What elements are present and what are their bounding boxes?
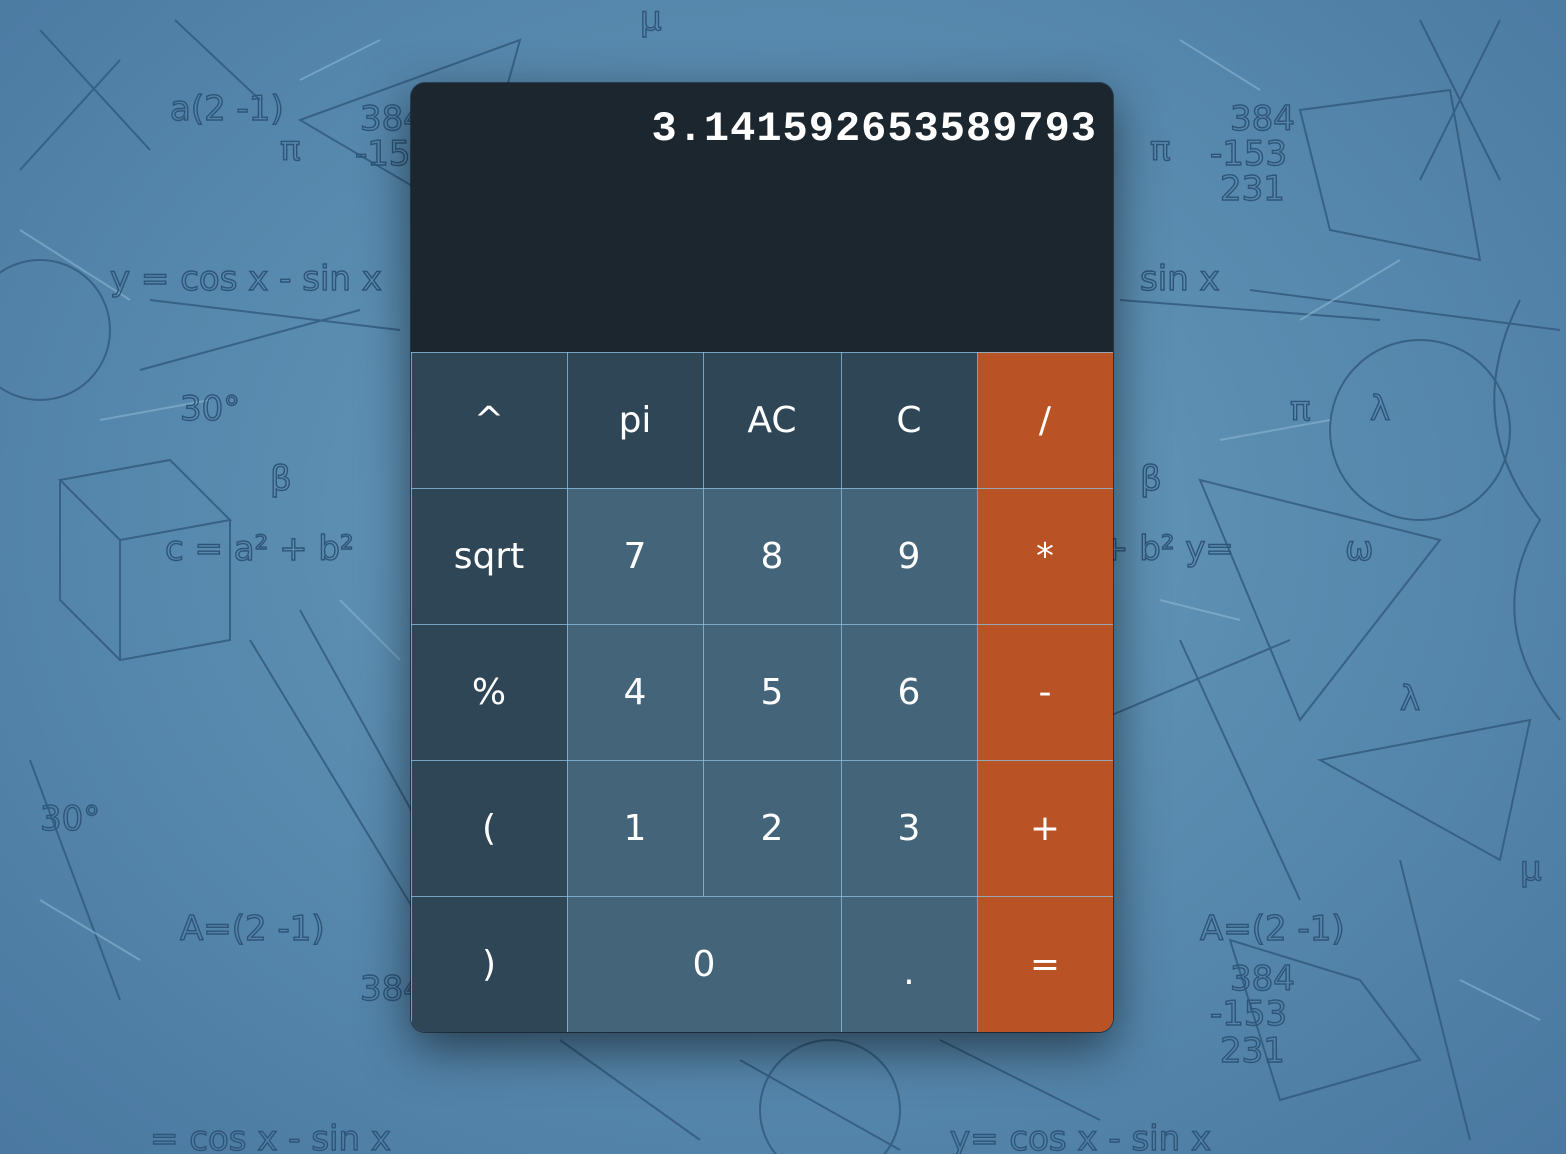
digit-2-key[interactable]: 2 [703,760,841,896]
svg-text:y = cos x - sin x: y = cos x - sin x [110,259,382,299]
svg-text:30°: 30° [180,389,240,429]
svg-text:β: β [270,459,292,499]
calculator: 3.141592653589793 ^ pi AC C / sqrt 7 8 9 *% 4 5 6 - (1… [411,83,1113,1032]
svg-text:sin x: sin x [1140,259,1220,299]
digit-3-key-label: 3 [897,807,921,849]
digit-0-key-label: 0 [692,943,716,985]
add-key-label: + [1029,807,1061,849]
svg-text:+ b² y=: + b² y= [1100,529,1234,569]
svg-text:= cos x - sin x: = cos x - sin x [150,1119,391,1154]
clear-key-label: C [896,399,922,441]
multiply-key[interactable]: * [977,488,1113,624]
digit-9-key-label: 9 [897,535,921,577]
power-key-label: ^ [473,399,505,441]
svg-text:a(2 -1): a(2 -1) [170,89,284,129]
open-paren-key[interactable]: ( [411,760,567,896]
decimal-point-key-label: . [903,951,915,993]
svg-text:A=(2 -1): A=(2 -1) [1200,909,1345,949]
svg-text:A=(2 -1): A=(2 -1) [180,909,325,949]
svg-text:-153: -153 [1210,134,1287,174]
digit-3-key[interactable]: 3 [841,760,977,896]
subtract-key[interactable]: - [977,624,1113,760]
open-paren-key-label: ( [481,807,497,849]
subtract-key-label: - [1038,671,1052,713]
svg-text:λ: λ [1400,679,1420,719]
decimal-point-key[interactable]: . [841,896,977,1032]
svg-text:β: β [1140,459,1162,499]
digit-9-key[interactable]: 9 [841,488,977,624]
digit-7-key-label: 7 [623,535,647,577]
digit-7-key[interactable]: 7 [567,488,703,624]
power-key[interactable]: ^ [411,352,567,488]
digit-2-key-label: 2 [760,807,784,849]
digit-1-key-label: 1 [623,807,647,849]
digit-6-key[interactable]: 6 [841,624,977,760]
svg-text:231: 231 [1220,1031,1285,1071]
pi-key-label: pi [618,399,652,441]
clear-key[interactable]: C [841,352,977,488]
svg-text:μ: μ [640,0,662,39]
digit-4-key[interactable]: 4 [567,624,703,760]
multiply-key-label: * [1036,535,1054,577]
svg-text:384: 384 [1230,99,1295,139]
sqrt-key[interactable]: sqrt [411,488,567,624]
pi-key[interactable]: pi [567,352,703,488]
all-clear-key[interactable]: AC [703,352,841,488]
add-key[interactable]: + [977,760,1113,896]
svg-text:y= cos x - sin x: y= cos x - sin x [950,1119,1211,1154]
calculator-display: 3.141592653589793 [411,83,1113,352]
percent-key-label: % [471,671,507,713]
sqrt-key-label: sqrt [453,535,525,577]
digit-8-key[interactable]: 8 [703,488,841,624]
digit-6-key-label: 6 [897,671,921,713]
close-paren-key-label: ) [481,943,497,985]
svg-text:231: 231 [1220,169,1285,209]
svg-text:384: 384 [1230,959,1295,999]
svg-text:π: π [1290,389,1310,429]
svg-text:-153: -153 [1210,994,1287,1034]
divide-key-label: / [1038,399,1052,441]
digit-1-key[interactable]: 1 [567,760,703,896]
digit-0-key[interactable]: 0 [567,896,841,1032]
svg-text:ω: ω [1345,529,1373,569]
digit-5-key-label: 5 [760,671,784,713]
svg-text:c = a² + b²: c = a² + b² [165,529,354,569]
svg-text:λ: λ [1370,389,1390,429]
close-paren-key[interactable]: ) [411,896,567,1032]
keypad: ^ pi AC C / sqrt 7 8 9 *% 4 5 6 - (1 2 3 +) 0. = [411,352,1113,1032]
divide-key[interactable]: / [977,352,1113,488]
svg-text:μ: μ [1520,849,1542,889]
svg-text:π: π [280,129,300,169]
svg-text:π: π [1150,129,1170,169]
display-value: 3.141592653589793 [651,105,1097,153]
digit-8-key-label: 8 [760,535,784,577]
digit-4-key-label: 4 [623,671,647,713]
equals-key[interactable]: = [977,896,1113,1032]
svg-text:30°: 30° [40,799,100,839]
equals-key-label: = [1029,943,1061,985]
all-clear-key-label: AC [747,399,797,441]
digit-5-key[interactable]: 5 [703,624,841,760]
percent-key[interactable]: % [411,624,567,760]
